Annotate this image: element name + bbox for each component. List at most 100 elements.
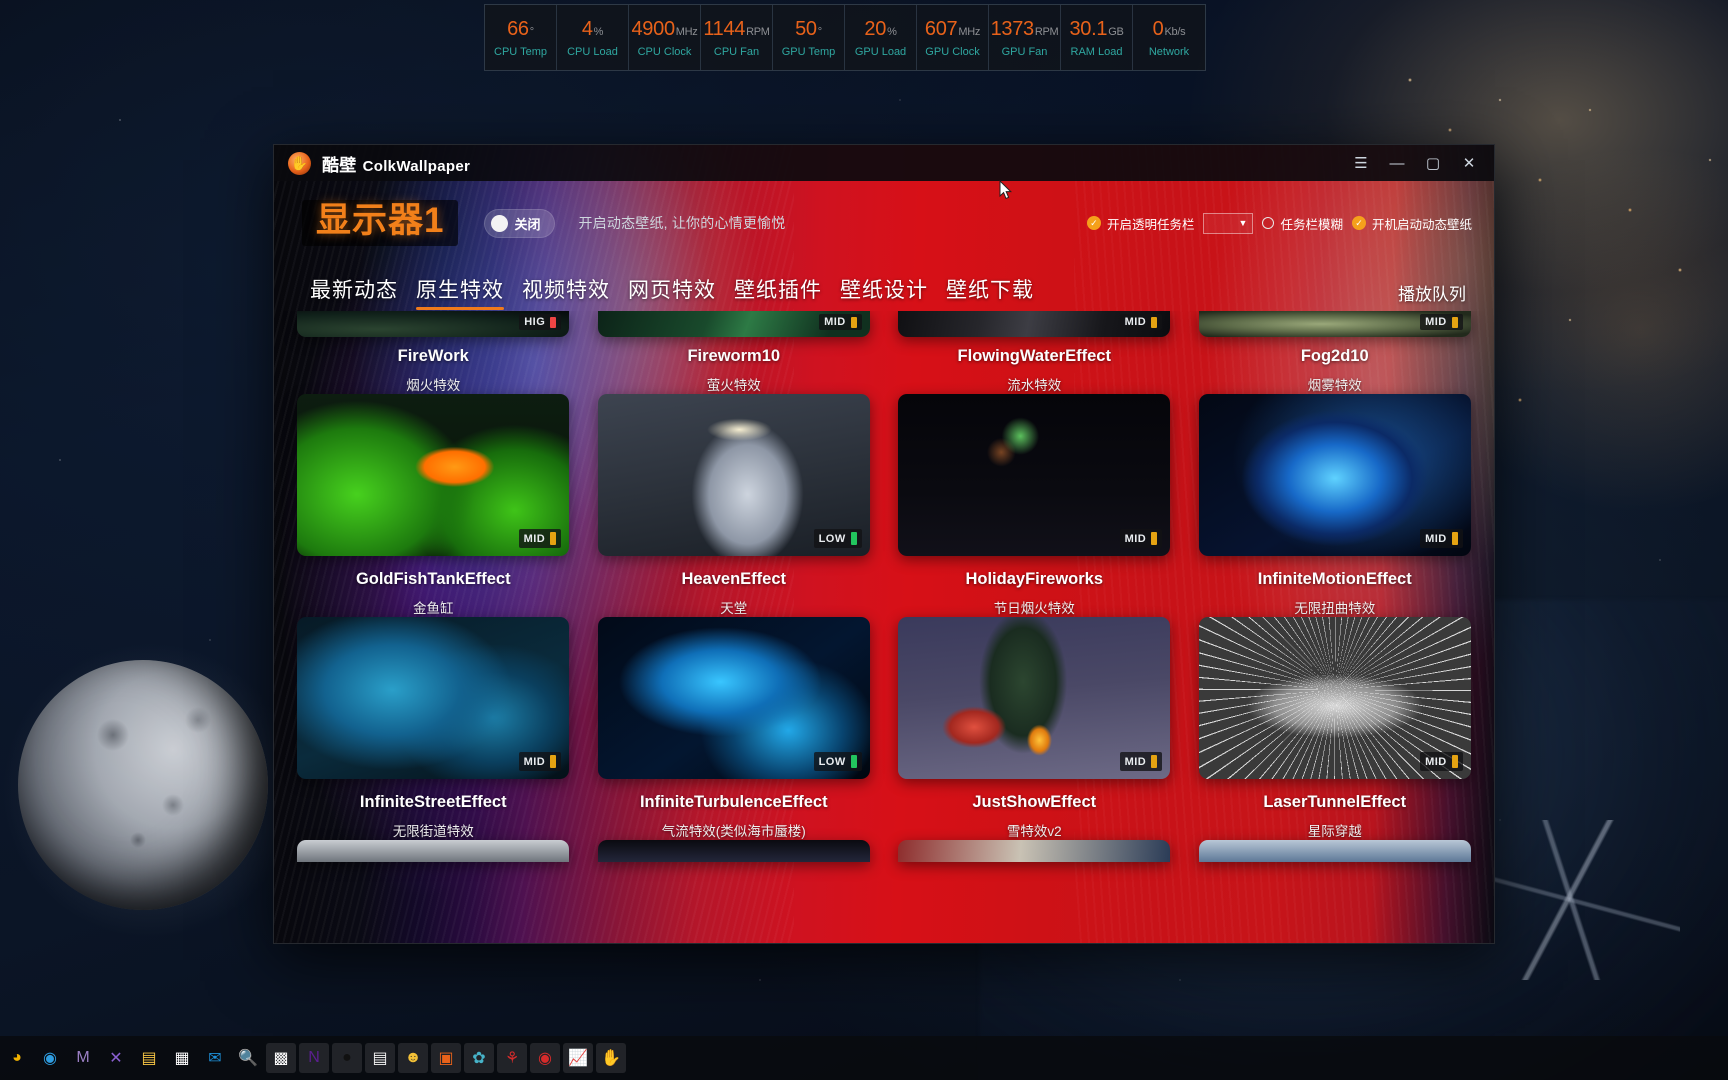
- effect-card[interactable]: MID JustShowEffect 雪特效v2: [893, 617, 1176, 840]
- monitor-app-icon[interactable]: 📈: [563, 1043, 593, 1073]
- effect-card[interactable]: MID InfiniteMotionEffect 无限扭曲特效: [1194, 394, 1477, 617]
- performance-badge: LOW: [813, 529, 862, 548]
- wallpaper-power-toggle[interactable]: 关闭: [484, 208, 556, 238]
- effect-card[interactable]: MID Fog2d10 烟雾特效: [1194, 311, 1477, 394]
- effect-thumbnail[interactable]: MID: [297, 394, 570, 556]
- tab-4[interactable]: 网页特效: [628, 274, 716, 311]
- effect-thumbnail[interactable]: MID: [898, 311, 1171, 337]
- performance-badge: MID: [1420, 314, 1463, 330]
- effect-card[interactable]: [292, 840, 575, 862]
- file-explorer-icon[interactable]: ▤: [134, 1043, 164, 1073]
- performance-level-bar: [1451, 532, 1458, 545]
- music-app-icon[interactable]: ◉: [530, 1043, 560, 1073]
- effect-card[interactable]: MID Fireworm10 萤火特效: [593, 311, 876, 394]
- hamburger-menu-icon[interactable]: ☰: [1344, 148, 1378, 178]
- tomato-app-icon[interactable]: ☻: [398, 1043, 428, 1073]
- icon-glyph: ☻: [404, 1049, 422, 1066]
- visual-studio-icon[interactable]: ✕: [101, 1043, 131, 1073]
- effect-card[interactable]: MID InfiniteStreetEffect 无限街道特效: [292, 617, 575, 840]
- effect-card[interactable]: MID GoldFishTankEffect 金鱼缸: [292, 394, 575, 617]
- effect-thumbnail[interactable]: MID: [898, 617, 1171, 779]
- effect-card[interactable]: MID LaserTunnelEffect 星际穿越: [1194, 617, 1477, 840]
- thumbnail-wrap: [593, 840, 876, 862]
- effect-thumbnail[interactable]: MID: [297, 617, 570, 779]
- effect-title: GoldFishTankEffect: [355, 570, 511, 588]
- effect-thumbnail[interactable]: [297, 840, 570, 862]
- screenshot-icon[interactable]: ▣: [431, 1043, 461, 1073]
- tab-5[interactable]: 壁纸插件: [734, 274, 822, 311]
- play-queue-button[interactable]: 播放队列: [1398, 280, 1466, 311]
- effect-subtitle: 天堂: [720, 601, 748, 616]
- maximize-icon[interactable]: ▢: [1416, 148, 1450, 178]
- effect-card[interactable]: MID HolidayFireworks 节日烟火特效: [893, 394, 1176, 617]
- performance-badge: MID: [1420, 529, 1463, 548]
- hw-unit: RPM: [1034, 26, 1059, 38]
- color-picker-icon[interactable]: ✿: [464, 1043, 494, 1073]
- effect-thumbnail[interactable]: [1198, 840, 1471, 862]
- effect-thumbnail[interactable]: MID: [597, 311, 870, 337]
- chevron-down-icon[interactable]: ▼: [1239, 218, 1248, 228]
- icon-glyph: ✕: [109, 1050, 123, 1067]
- thumbnail-wrap: MID: [292, 394, 575, 556]
- effect-card[interactable]: LOW InfiniteTurbulenceEffect 气流特效(类似海市蜃楼): [593, 617, 876, 840]
- option-3[interactable]: ✓ 开机启动动态壁纸: [1351, 214, 1472, 233]
- close-icon[interactable]: ✕: [1452, 148, 1486, 178]
- thumbnail-wrap: [1194, 840, 1477, 862]
- toggle-state-label: 关闭: [514, 216, 541, 232]
- header-options-group: ✓ 开启透明任务栏 ▼ 任务栏模糊 ✓ 开机启动动态壁纸: [1086, 212, 1472, 234]
- effect-thumbnail[interactable]: [898, 840, 1171, 862]
- microsoft-store-icon[interactable]: ▦: [167, 1043, 197, 1073]
- monitor-selector[interactable]: 显示器1: [302, 200, 459, 246]
- effect-card[interactable]: MID FlowingWaterEffect 流水特效: [893, 311, 1176, 394]
- hw-cell-gpu-load: 20% GPU Load: [845, 5, 917, 70]
- app-grid-icon[interactable]: ▩: [266, 1043, 296, 1073]
- effects-scroll-area[interactable]: HIG FireWork 烟火特效 MID Fireworm10 萤火特效 MID Flowi…: [274, 311, 1494, 943]
- notepad-icon[interactable]: ▤: [365, 1043, 395, 1073]
- radio-unchecked-icon[interactable]: [1262, 217, 1275, 229]
- option-1[interactable]: ✓ 开启透明任务栏: [1086, 214, 1194, 233]
- next-app-icon[interactable]: N: [299, 1043, 329, 1073]
- search-icon[interactable]: 🔍: [233, 1043, 263, 1073]
- tab-2[interactable]: 原生特效: [416, 274, 504, 311]
- space-debris-graphic: [1470, 820, 1680, 980]
- hw-cell-cpu-fan: 1144RPM CPU Fan: [701, 5, 773, 70]
- navigation-tabs: 最新动态 原生特效 视频特效 网页特效 壁纸插件 壁纸设计 壁纸下载: [310, 274, 1034, 311]
- effect-thumbnail[interactable]: LOW: [597, 394, 870, 556]
- tab-6[interactable]: 壁纸设计: [840, 274, 928, 311]
- effect-title: JustShowEffect: [972, 793, 1097, 811]
- effect-thumbnail[interactable]: MID: [1198, 394, 1471, 556]
- effect-thumbnail[interactable]: MID: [1198, 311, 1471, 337]
- performance-badge: HIG: [519, 314, 562, 330]
- effect-subtitle: 萤火特效: [706, 378, 761, 393]
- colkwallpaper-icon[interactable]: ✋: [596, 1043, 626, 1073]
- check-icon[interactable]: ✓: [1086, 216, 1101, 230]
- edge-icon[interactable]: ◉: [35, 1043, 65, 1073]
- effect-thumbnail[interactable]: HIG: [297, 311, 570, 337]
- effect-card[interactable]: HIG FireWork 烟火特效: [292, 311, 575, 394]
- effect-thumbnail[interactable]: MID: [1198, 617, 1471, 779]
- taskbar-style-select[interactable]: ▼: [1203, 212, 1254, 234]
- tab-3[interactable]: 视频特效: [522, 274, 610, 311]
- option-2[interactable]: 任务栏模糊: [1262, 214, 1343, 233]
- chrome-icon[interactable]: ◕: [2, 1043, 32, 1073]
- effect-thumbnail[interactable]: MID: [898, 394, 1171, 556]
- effect-card[interactable]: [593, 840, 876, 862]
- option-label: 开机启动动态壁纸: [1371, 217, 1472, 232]
- effect-card[interactable]: [893, 840, 1176, 862]
- mail-icon[interactable]: ✉: [200, 1043, 230, 1073]
- effect-card[interactable]: LOW HeavenEffect 天堂: [593, 394, 876, 617]
- effect-thumbnail[interactable]: LOW: [597, 617, 870, 779]
- thumbnail-wrap: MID: [893, 311, 1176, 337]
- app-title-en: ColkWallpaper: [362, 157, 471, 175]
- tab-1[interactable]: 最新动态: [310, 274, 398, 311]
- effects-grid: HIG FireWork 烟火特效 MID Fireworm10 萤火特效 MID Flowi…: [292, 311, 1476, 862]
- social-app-icon[interactable]: ⚘: [497, 1043, 527, 1073]
- effect-thumbnail[interactable]: [597, 840, 870, 862]
- media-player-icon[interactable]: M: [68, 1043, 98, 1073]
- check-icon[interactable]: ✓: [1351, 216, 1366, 230]
- effect-card[interactable]: [1194, 840, 1477, 862]
- icon-glyph: ◉: [538, 1050, 552, 1067]
- record-icon[interactable]: ●: [332, 1043, 362, 1073]
- tab-7[interactable]: 壁纸下载: [946, 274, 1034, 311]
- minimize-icon[interactable]: —: [1380, 148, 1414, 178]
